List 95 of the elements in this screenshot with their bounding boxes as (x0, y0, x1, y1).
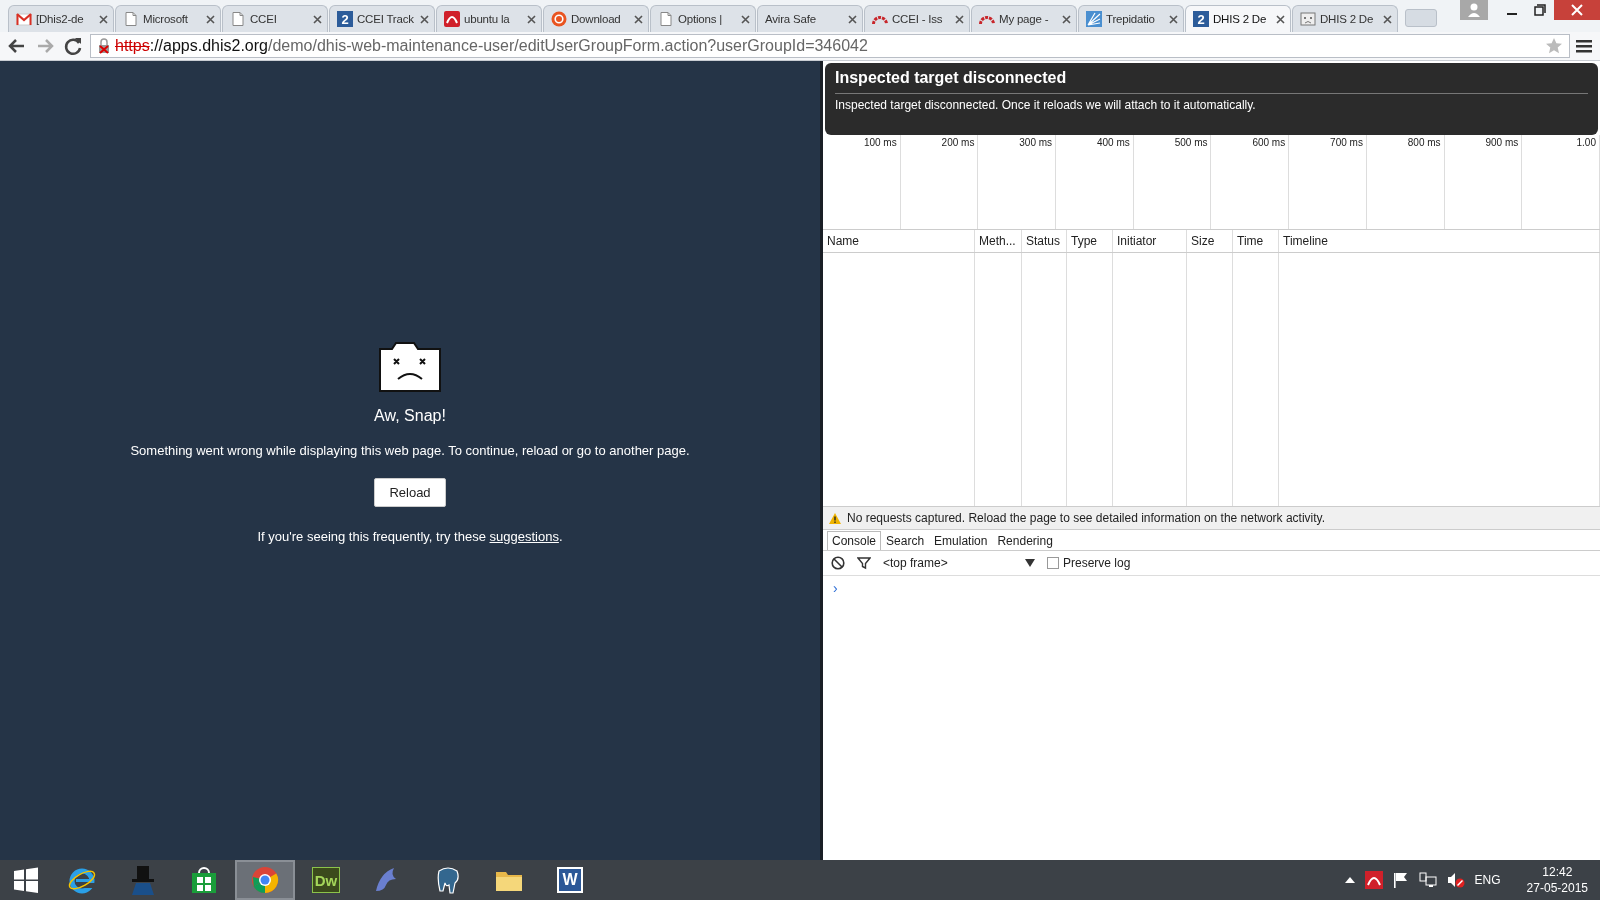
close-icon[interactable] (313, 14, 322, 24)
clock-date[interactable]: 27-05-2015 (1526, 880, 1588, 896)
page-icon (658, 11, 674, 27)
network-icon[interactable] (1418, 872, 1437, 888)
column-header[interactable]: Type (1067, 230, 1113, 252)
close-icon[interactable] (1062, 14, 1071, 24)
badge-icon: 2 (337, 11, 353, 27)
muted-speaker-icon[interactable] (1446, 872, 1465, 888)
clock-time[interactable]: 12:42 (1542, 864, 1573, 880)
time-tick: 1.00 (1522, 135, 1600, 229)
close-icon[interactable] (741, 14, 750, 24)
browser-tab[interactable]: My page - (971, 5, 1077, 32)
suggestions-link[interactable]: suggestions (489, 529, 559, 544)
column-header[interactable]: Timeline (1279, 230, 1600, 252)
close-icon[interactable] (1554, 0, 1600, 20)
drawer-tab[interactable]: Emulation (929, 531, 993, 550)
warning-icon (829, 512, 841, 524)
time-tick: 600 ms (1211, 135, 1290, 229)
error-message: Something went wrong while displaying this web page. To continue, reload or go to another page. (130, 443, 690, 458)
time-tick: 500 ms (1133, 135, 1212, 229)
console-prompt[interactable]: › (833, 580, 838, 596)
close-icon[interactable] (1169, 14, 1178, 24)
menu-icon[interactable] (1576, 37, 1594, 55)
time-tick: 100 ms (823, 135, 901, 229)
column-header[interactable]: Time (1233, 230, 1279, 252)
language-indicator[interactable]: ENG (1474, 873, 1501, 887)
browser-tab[interactable]: Options | (650, 5, 756, 32)
windows-logo-icon[interactable] (13, 867, 39, 893)
browser-tab[interactable]: CCEI - Iss (864, 5, 970, 32)
star-icon[interactable] (1545, 37, 1563, 55)
browser-tab[interactable]: DHIS 2 De (1292, 5, 1398, 32)
chevron-up-icon[interactable] (1344, 877, 1355, 883)
browser-tab[interactable]: Download (543, 5, 649, 32)
broken-lock-icon (97, 38, 111, 54)
time-tick: 800 ms (1366, 135, 1445, 229)
close-icon[interactable] (99, 14, 108, 24)
close-icon[interactable] (634, 14, 643, 24)
taskbar-button[interactable]: W (540, 860, 600, 900)
column-header[interactable]: Meth... (975, 230, 1022, 252)
column-header[interactable]: Initiator (1113, 230, 1187, 252)
page-icon (123, 11, 139, 27)
preserve-log-checkbox[interactable] (1047, 557, 1059, 569)
close-icon[interactable] (955, 14, 964, 24)
frame-dropdown[interactable]: <top frame> (883, 556, 1013, 570)
badge-icon: 2 (1193, 11, 1209, 27)
circle-logo-icon (551, 11, 567, 27)
reload-button[interactable]: Reload (374, 478, 446, 507)
close-icon[interactable] (1276, 14, 1285, 24)
drawer-tab[interactable]: Console (827, 531, 882, 550)
reload-icon[interactable] (62, 35, 84, 57)
browser-tab[interactable]: CCEI (222, 5, 328, 32)
filter-icon[interactable] (857, 556, 871, 570)
banner-title: Inspected target disconnected (835, 69, 1588, 94)
close-icon[interactable] (527, 14, 536, 24)
time-tick: 300 ms (978, 135, 1057, 229)
time-tick: 700 ms (1289, 135, 1367, 229)
store-bag-icon (189, 865, 219, 895)
sad-page-icon (1300, 11, 1316, 27)
browser-tab[interactable]: Avira Safe (757, 5, 863, 32)
flag-icon[interactable] (1392, 872, 1409, 888)
column-header[interactable]: Status (1022, 230, 1067, 252)
word-doc-icon[interactable]: W (557, 867, 583, 893)
time-tick: 400 ms (1056, 135, 1134, 229)
browser-tab[interactable]: 2 DHIS 2 De (1185, 5, 1291, 32)
close-icon[interactable] (206, 14, 215, 24)
drawer-tab[interactable]: Search (881, 531, 930, 550)
time-tick: 200 ms (900, 135, 979, 229)
url-text: https://apps.dhis2.org/demo/dhis-web-maintenance-user/editUserGroupForm.action?userGroupId=346042 (115, 37, 868, 55)
error-title: Aw, Snap! (374, 407, 446, 425)
column-header[interactable]: Name (823, 230, 975, 252)
taskbar-button[interactable]: Dw (296, 860, 356, 900)
browser-tab[interactable]: Microsoft (115, 5, 221, 32)
rays-icon (1086, 11, 1102, 27)
mail-icon (16, 11, 32, 27)
browser-tab[interactable]: [Dhis2-de (8, 5, 114, 32)
chrome-logo-icon (250, 865, 280, 895)
address-field[interactable]: https://apps.dhis2.org/demo/dhis-web-maintenance-user/editUserGroupForm.action?userGroupId=346042 (90, 34, 1570, 58)
page-icon (230, 11, 246, 27)
dw-app-icon[interactable]: Dw (312, 867, 340, 893)
clear-icon[interactable] (831, 556, 845, 570)
caret-icon[interactable] (1025, 559, 1035, 567)
column-header[interactable]: Size (1187, 230, 1233, 252)
close-icon[interactable] (420, 14, 429, 24)
browser-tab[interactable]: Trepidatio (1078, 5, 1184, 32)
close-icon[interactable] (1383, 14, 1392, 24)
warning-message: No requests captured. Reload the page to see detailed information on the network activity. (847, 511, 1326, 525)
browser-tab[interactable]: 2 CCEI Track (329, 5, 435, 32)
hint-text: If you're seeing this frequently, try these suggestions. (257, 529, 563, 544)
close-icon[interactable] (848, 14, 857, 24)
checkbox-label: Preserve log (1063, 556, 1131, 570)
banner-message: Inspected target disconnected. Once it reloads we will attach to it automatically. (835, 98, 1257, 112)
browser-tab[interactable]: ubuntu la (436, 5, 542, 32)
sad-page-drawing (378, 341, 442, 393)
drawer-tab[interactable]: Rendering (992, 531, 1058, 550)
time-tick: 900 ms (1444, 135, 1523, 229)
